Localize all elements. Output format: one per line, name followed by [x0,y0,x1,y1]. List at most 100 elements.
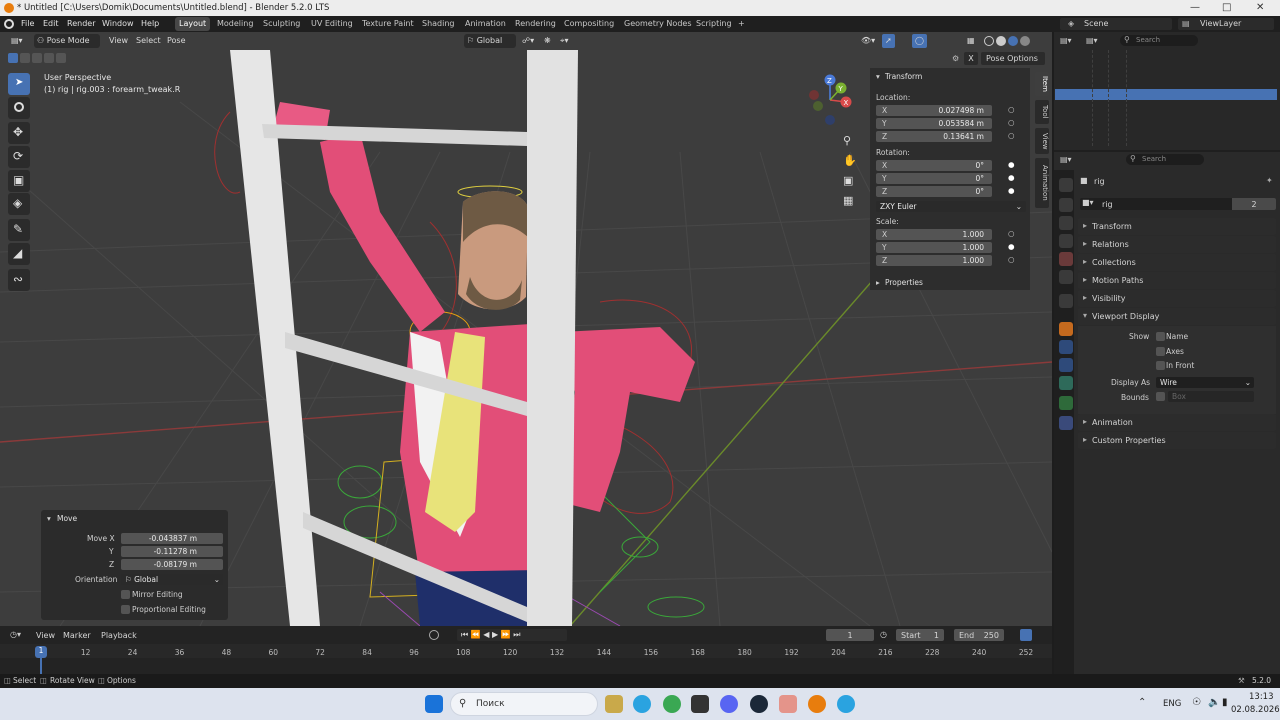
wifi-icon[interactable]: ☉ [1192,697,1201,708]
annotate-tool-button[interactable]: ✎ [8,219,30,241]
pin-icon[interactable]: ✦ [1266,176,1273,185]
panel-visibility[interactable]: ▸ Visibility [1078,290,1276,307]
move-tool-button[interactable]: ✥ [8,122,30,144]
playhead[interactable]: 1 [35,646,47,658]
constraint-tab-icon[interactable] [1059,376,1073,390]
bone-size-tool-button[interactable]: ∾ [8,269,30,291]
viewlayer-selector[interactable]: ▤ ViewLayer [1178,18,1274,30]
panel-relations[interactable]: ▸ Relations [1078,236,1276,253]
collection-tab-icon[interactable] [1059,294,1073,308]
lock-rotation-x-icon[interactable]: ● [1008,160,1015,169]
outliner-filter-icon[interactable]: ▤▾ [1086,36,1098,45]
tab-texture-paint[interactable]: Texture Paint [358,17,418,31]
file-explorer-icon[interactable] [605,695,623,713]
panel-collections[interactable]: ▸ Collections [1078,254,1276,271]
orientation-dropdown-redo[interactable]: ⚐ Global ⌄ [121,574,223,585]
tab-rendering[interactable]: Rendering [511,17,560,31]
scale-x-field[interactable]: X 1.000 [876,229,992,240]
steam-icon[interactable] [750,695,768,713]
scale-y-field[interactable]: Y 1.000 [876,242,992,253]
image-viewer-icon[interactable] [779,695,797,713]
blender-menu-icon[interactable] [4,19,14,29]
move-z-field[interactable]: -0.08179 m [121,559,223,570]
show-axes-checkbox[interactable] [1156,347,1165,356]
tab-item[interactable]: Item [1035,72,1049,96]
telegram-icon[interactable] [633,695,651,713]
scale-tool-button[interactable]: ▣ [8,170,30,192]
zoom-icon[interactable]: ⚲ [843,134,851,147]
add-workspace-button[interactable]: + [734,17,749,31]
move-x-field[interactable]: -0.043837 m [121,533,223,544]
panel-custom-properties[interactable]: ▸ Custom Properties [1078,432,1276,449]
tab-animation[interactable]: Animation [461,17,510,31]
rotation-y-field[interactable]: Y 0° [876,173,992,184]
lock-scale-y-icon[interactable]: ● [1008,242,1015,251]
transform-panel-arrow-icon[interactable]: ▾ [876,72,880,81]
view-layer-tab-icon[interactable] [1059,234,1073,248]
proportional-editing-checkbox[interactable] [121,605,130,614]
ortho-toggle-icon[interactable]: ▦ [843,194,853,207]
location-x-field[interactable]: X 0.027498 m [876,105,992,116]
menu-help[interactable]: Help [141,19,159,28]
display-as-dropdown[interactable]: Wire ⌄ [1156,377,1254,388]
outliner[interactable]: ▤▾ ▤▾ ⚲ Search [1054,32,1280,150]
windows-start-icon[interactable] [425,695,443,713]
rotation-z-field[interactable]: Z 0° [876,186,992,197]
menu-window[interactable]: Window [102,19,134,28]
tab-geometry-nodes[interactable]: Geometry Nodes [620,17,695,31]
outliner-selected-row[interactable] [1055,89,1277,100]
tab-modeling[interactable]: Modeling [213,17,257,31]
pan-hand-icon[interactable]: ✋ [843,154,857,167]
transform-panel-title[interactable]: Transform [885,72,922,81]
properties-search-field[interactable]: ⚲ Search [1126,154,1204,165]
menu-file[interactable]: File [21,19,34,28]
lock-location-y-icon[interactable]: ○ [1008,118,1015,127]
location-y-field[interactable]: Y 0.053584 m [876,118,992,129]
outliner-editor-type-icon[interactable]: ▤▾ [1060,36,1072,45]
panel-transform[interactable]: ▸ Transform [1078,218,1276,235]
lock-scale-x-icon[interactable]: ○ [1008,229,1015,238]
show-name-checkbox[interactable] [1156,332,1165,341]
scene-selector[interactable]: ◈ Scene [1060,18,1172,30]
timeline-editor[interactable]: ◷▾ View Marker Playback ⏮ ⏪ ◀ ▶ ⏩ ⏭ 1 ◷ … [0,626,1052,674]
taskbar-search[interactable]: ⚲ Поиск [450,692,598,716]
clock-date[interactable]: 02.08.2026 [1231,705,1280,715]
minimize-button[interactable]: — [1190,2,1200,13]
rotation-mode-dropdown[interactable]: ZXY Euler ⌄ [876,201,1026,212]
select-tool-button[interactable]: ➤ [8,73,30,95]
location-z-field[interactable]: Z 0.13641 m [876,131,992,142]
language-indicator[interactable]: ENG [1163,699,1181,709]
telegram-2-icon[interactable] [837,695,855,713]
render-tab-icon[interactable] [1059,198,1073,212]
object-tab-icon[interactable] [1059,322,1073,336]
twitch-icon[interactable] [691,695,709,713]
rotation-x-field[interactable]: X 0° [876,160,992,171]
properties-panel-arrow-icon[interactable]: ▸ [876,278,880,287]
panel-viewport-display[interactable]: ▾ Viewport Display [1078,308,1276,325]
properties-panel-title[interactable]: Properties [885,278,923,287]
rotate-tool-button[interactable]: ⟳ [8,146,30,168]
tool-tab-icon[interactable] [1059,178,1073,192]
world-tab-icon[interactable] [1059,270,1073,284]
properties-editor-type-icon[interactable]: ▤▾ [1060,155,1072,164]
data-block-selector[interactable]: ■▾ rig 2 [1080,198,1276,210]
tab-shading[interactable]: Shading [418,17,459,31]
maximize-button[interactable]: □ [1222,2,1231,13]
armature-data-tab-icon[interactable] [1059,396,1073,410]
tab-sculpting[interactable]: Sculpting [259,17,304,31]
tab-animation-sidebar[interactable]: Animation [1035,158,1049,208]
output-tab-icon[interactable] [1059,216,1073,230]
move-panel-title[interactable]: Move [57,514,77,523]
tab-view[interactable]: View [1035,128,1049,154]
tab-compositing[interactable]: Compositing [560,17,618,31]
close-button[interactable]: ✕ [1256,2,1264,13]
discord-icon[interactable] [720,695,738,713]
tab-uv-editing[interactable]: UV Editing [307,17,357,31]
lock-location-x-icon[interactable]: ○ [1008,105,1015,114]
3d-viewport[interactable]: ▤▾ ⚇ Pose Mode View Select Pose ⚐ Global… [0,32,1052,626]
lock-rotation-z-icon[interactable]: ● [1008,186,1015,195]
show-infront-checkbox[interactable] [1156,361,1165,370]
tray-chevron-icon[interactable]: ⌃ [1138,697,1146,708]
chrome-icon[interactable] [663,695,681,713]
scale-z-field[interactable]: Z 1.000 [876,255,992,266]
